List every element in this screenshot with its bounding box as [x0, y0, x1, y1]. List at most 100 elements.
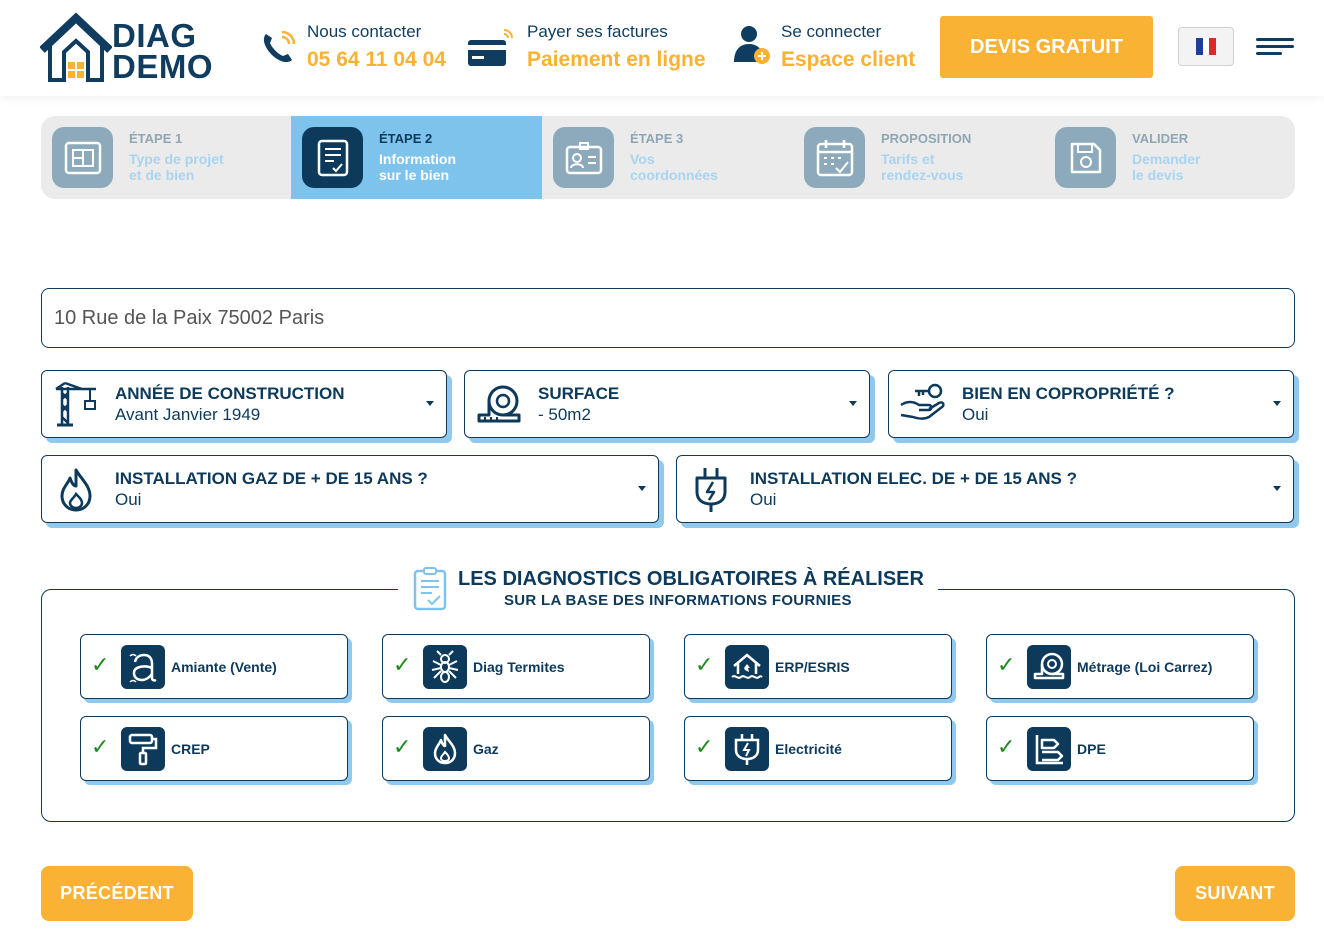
diagnostic-dpe: ✓ DPE [986, 716, 1254, 781]
surface-value: - 50m2 [538, 405, 591, 424]
credit-card-icon [468, 29, 513, 66]
elec-installation-select[interactable]: INSTALLATION ELEC. DE + DE 15 ANS ? Oui [676, 455, 1294, 523]
checklist-icon [302, 127, 363, 188]
diagnostic-gaz: ✓ Gaz [382, 716, 650, 781]
flame-icon [60, 468, 92, 512]
french-flag-icon [1196, 38, 1217, 55]
construction-year-value: Avant Janvier 1949 [115, 405, 261, 424]
construction-year-select[interactable]: ANNÉE DE CONSTRUCTION Avant Janvier 1949 [41, 370, 447, 438]
step-1[interactable]: ÉTAPE 1 Type de projet et de bien [41, 116, 292, 199]
diagnostic-label: ERP/ESRIS [775, 659, 850, 675]
diagnostic-label: DPE [1077, 741, 1106, 757]
previous-button[interactable]: PRÉCÉDENT [41, 866, 193, 921]
brand-name-line1: DIAG [112, 17, 197, 54]
diagnostic-label: Métrage (Loi Carrez) [1077, 659, 1213, 675]
step-3-description: Vos coordonnées [630, 151, 718, 183]
diagnostic-label: CREP [171, 741, 210, 757]
step-4[interactable]: PROPOSITION Tarifs et rendez-vous [793, 116, 1044, 199]
diagnostics-title: LES DIAGNOSTICS OBLIGATOIRES À RÉALISER [458, 568, 924, 590]
checklist-icon [413, 567, 447, 611]
gas-installation-label: INSTALLATION GAZ DE + DE 15 ANS ? [115, 469, 428, 488]
crane-icon [55, 381, 96, 427]
diagnostics-panel [41, 589, 1295, 822]
payment-label: Payer ses factures [527, 22, 668, 41]
check-icon: ✓ [997, 734, 1016, 759]
diagnostic-label: Electricité [775, 741, 842, 757]
brand-logo[interactable]: DIAG DEMO [40, 12, 213, 85]
calendar-icon [804, 127, 865, 188]
step-5[interactable]: VALIDER Demander le devis [1044, 116, 1295, 199]
contact-link[interactable]: Nous contacter 05 64 11 04 04 [260, 20, 450, 76]
copropriete-select[interactable]: BIEN EN COPROPRIÉTÉ ? Oui [888, 370, 1294, 438]
flame-icon [423, 727, 467, 771]
login-value[interactable]: Espace client [781, 48, 915, 72]
check-icon: ✓ [393, 652, 412, 677]
progress-stepper: ÉTAPE 1 Type de projet et de bien ÉTAPE 2… [41, 116, 1295, 199]
diagnostic-metrage: ✓ Métrage (Loi Carrez) [986, 634, 1254, 699]
asbestos-icon [121, 645, 165, 689]
contact-phone[interactable]: 05 64 11 04 04 [307, 48, 446, 72]
diagnostic-amiante: ✓ Amiante (Vente) [80, 634, 348, 699]
construction-year-label: ANNÉE DE CONSTRUCTION [115, 384, 345, 403]
diagnostic-crep: ✓ CREP [80, 716, 348, 781]
energy-label-icon [1027, 727, 1071, 771]
house-roof-icon [40, 12, 112, 82]
phone-icon [263, 30, 296, 63]
hand-key-icon [900, 383, 945, 420]
free-quote-button[interactable]: DEVIS GRATUIT [940, 16, 1153, 78]
gas-installation-select[interactable]: INSTALLATION GAZ DE + DE 15 ANS ? Oui [41, 455, 659, 523]
login-label: Se connecter [781, 22, 882, 41]
payment-link[interactable]: Payer ses factures Paiement en ligne [466, 20, 716, 76]
diagnostic-label: Diag Termites [473, 659, 565, 675]
diagnostic-label: Gaz [473, 741, 499, 757]
contact-label: Nous contacter [307, 22, 422, 41]
surface-label: SURFACE [538, 384, 620, 403]
brand-name: DIAG DEMO [112, 17, 213, 85]
plug-icon [695, 468, 727, 512]
diagnostic-erp: ✓ ERP/ESRIS [684, 634, 952, 699]
check-icon: ✓ [695, 652, 714, 677]
step-4-label: PROPOSITION [881, 131, 972, 146]
address-input[interactable] [41, 288, 1295, 348]
check-icon: ✓ [393, 734, 412, 759]
step-1-description: Type de projet et de bien [129, 151, 224, 183]
step-2[interactable]: ÉTAPE 2 Information sur le bien [291, 116, 542, 199]
step-3[interactable]: ÉTAPE 3 Vos coordonnées [542, 116, 793, 199]
site-header: DIAG DEMO Nous contacter 05 64 11 04 04 … [0, 0, 1324, 96]
blueprint-icon [52, 127, 113, 188]
language-selector[interactable] [1178, 27, 1234, 66]
flood-house-icon [725, 645, 769, 689]
login-link[interactable]: Se connecter Espace client [732, 20, 922, 76]
diagnostics-subtitle: SUR LA BASE DES INFORMATIONS FOURNIES [504, 592, 852, 609]
chevron-down-icon [849, 401, 857, 406]
check-icon: ✓ [91, 734, 110, 759]
check-icon: ✓ [695, 734, 714, 759]
plug-icon [725, 727, 769, 771]
gas-installation-value: Oui [115, 490, 142, 509]
tape-measure-icon [1027, 645, 1071, 689]
elec-installation-value: Oui [750, 490, 777, 509]
diagnostic-label: Amiante (Vente) [171, 659, 277, 675]
payment-value[interactable]: Paiement en ligne [527, 48, 706, 72]
paint-roller-icon [121, 727, 165, 771]
elec-installation-label: INSTALLATION ELEC. DE + DE 15 ANS ? [750, 469, 1077, 488]
tape-measure-icon [477, 385, 521, 423]
brand-name-line2: DEMO [112, 48, 213, 85]
check-icon: ✓ [997, 652, 1016, 677]
step-2-description: Information sur le bien [379, 151, 456, 183]
chevron-down-icon [426, 401, 434, 406]
id-card-icon [553, 127, 614, 188]
step-3-label: ÉTAPE 3 [630, 131, 684, 146]
termite-icon [423, 645, 467, 689]
copropriete-value: Oui [962, 405, 989, 424]
chevron-down-icon [1273, 486, 1281, 491]
diagnostic-termites: ✓ Diag Termites [382, 634, 650, 699]
surface-select[interactable]: SURFACE - 50m2 [464, 370, 870, 438]
step-4-description: Tarifs et rendez-vous [881, 151, 964, 183]
diagnostics-header: LES DIAGNOSTICS OBLIGATOIRES À RÉALISER … [398, 565, 938, 613]
check-icon: ✓ [91, 652, 110, 677]
diagnostic-electricite: ✓ Electricité [684, 716, 952, 781]
hamburger-menu-icon[interactable] [1256, 38, 1294, 58]
next-button[interactable]: SUIVANT [1175, 866, 1295, 921]
save-icon [1055, 127, 1116, 188]
